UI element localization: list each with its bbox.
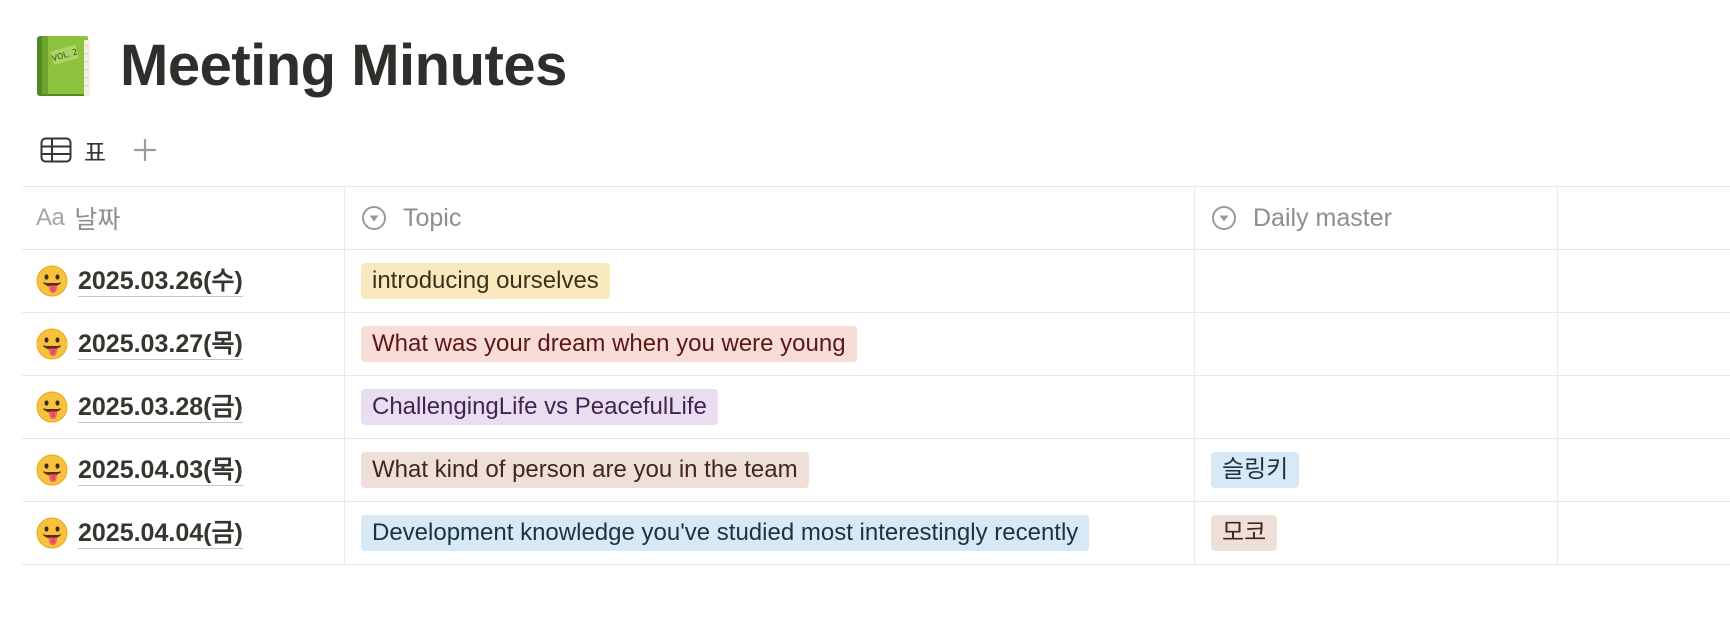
tab-label: 표 <box>84 139 107 167</box>
topic-tag: introducing ourselves <box>361 263 610 299</box>
column-header-date[interactable]: Aa 날짜 <box>22 187 345 249</box>
daily-master-cell[interactable]: 슬링키 <box>1195 439 1558 501</box>
daily-master-tag: 슬링키 <box>1211 452 1300 488</box>
daily-master-tag: 모코 <box>1211 515 1278 551</box>
select-property-icon <box>1212 206 1236 230</box>
tab-table-view[interactable]: 표 <box>40 133 106 168</box>
row-title-link[interactable]: 2025.03.27(목) <box>78 329 243 360</box>
page: VOL. 2 Meeting Minutes 표 Aa 날짜 Topic Dai… <box>0 0 1730 626</box>
date-cell[interactable]: 2025.03.26(수) <box>22 250 345 312</box>
table-row: 2025.03.27(목) What was your dream when y… <box>22 313 1730 376</box>
extra-cell <box>1558 439 1730 501</box>
date-cell[interactable]: 2025.03.28(금) <box>22 376 345 438</box>
extra-cell <box>1558 250 1730 312</box>
daily-master-cell[interactable] <box>1195 313 1558 375</box>
tongue-out-face-icon <box>36 265 68 297</box>
table-row: 2025.04.04(금) Development knowledge you'… <box>22 502 1730 565</box>
topic-tag: Development knowledge you've studied mos… <box>361 515 1090 551</box>
view-tabs: 표 <box>40 132 158 168</box>
row-title-link[interactable]: 2025.04.04(금) <box>78 518 243 549</box>
topic-cell[interactable]: Development knowledge you've studied mos… <box>345 502 1195 564</box>
row-title-link[interactable]: 2025.03.28(금) <box>78 392 243 423</box>
topic-tag: ChallengingLife vs PeacefulLife <box>361 389 718 425</box>
column-header-topic[interactable]: Topic <box>345 187 1195 249</box>
row-title-link[interactable]: 2025.03.26(수) <box>78 266 243 297</box>
topic-cell[interactable]: What kind of person are you in the team <box>345 439 1195 501</box>
column-header-label: 날짜 <box>74 206 121 234</box>
extra-cell <box>1558 313 1730 375</box>
table-icon <box>40 137 72 163</box>
title-row: VOL. 2 Meeting Minutes <box>34 30 567 102</box>
daily-master-cell[interactable]: 모코 <box>1195 502 1558 564</box>
table-row: 2025.03.26(수) introducing ourselves <box>22 250 1730 313</box>
tongue-out-face-icon <box>36 391 68 423</box>
title-property-icon: Aa <box>36 204 65 231</box>
topic-cell[interactable]: introducing ourselves <box>345 250 1195 312</box>
date-cell[interactable]: 2025.04.04(금) <box>22 502 345 564</box>
column-header-label: Daily master <box>1253 203 1392 232</box>
green-book-icon[interactable]: VOL. 2 <box>34 32 94 100</box>
column-header-extra <box>1558 187 1730 249</box>
select-property-icon <box>362 206 386 230</box>
extra-cell <box>1558 502 1730 564</box>
daily-master-cell[interactable] <box>1195 376 1558 438</box>
tongue-out-face-icon <box>36 517 68 549</box>
page-title[interactable]: Meeting Minutes <box>120 30 567 102</box>
row-title-link[interactable]: 2025.04.03(목) <box>78 455 243 486</box>
extra-cell <box>1558 376 1730 438</box>
tongue-out-face-icon <box>36 328 68 360</box>
topic-tag: What kind of person are you in the team <box>361 452 809 488</box>
table-row: 2025.03.28(금) ChallengingLife vs Peacefu… <box>22 376 1730 439</box>
topic-tag: What was your dream when you were young <box>361 326 857 362</box>
plus-icon[interactable] <box>132 137 158 163</box>
date-cell[interactable]: 2025.04.03(목) <box>22 439 345 501</box>
topic-cell[interactable]: What was your dream when you were young <box>345 313 1195 375</box>
table-row: 2025.04.03(목) What kind of person are yo… <box>22 439 1730 502</box>
column-header-label: Topic <box>403 203 462 232</box>
daily-master-cell[interactable] <box>1195 250 1558 312</box>
database-table: Aa 날짜 Topic Daily master 2025.03.26(수) i… <box>22 186 1730 565</box>
column-header-daily-master[interactable]: Daily master <box>1195 187 1558 249</box>
table-header-row: Aa 날짜 Topic Daily master <box>22 187 1730 250</box>
tongue-out-face-icon <box>36 454 68 486</box>
date-cell[interactable]: 2025.03.27(목) <box>22 313 345 375</box>
topic-cell[interactable]: ChallengingLife vs PeacefulLife <box>345 376 1195 438</box>
